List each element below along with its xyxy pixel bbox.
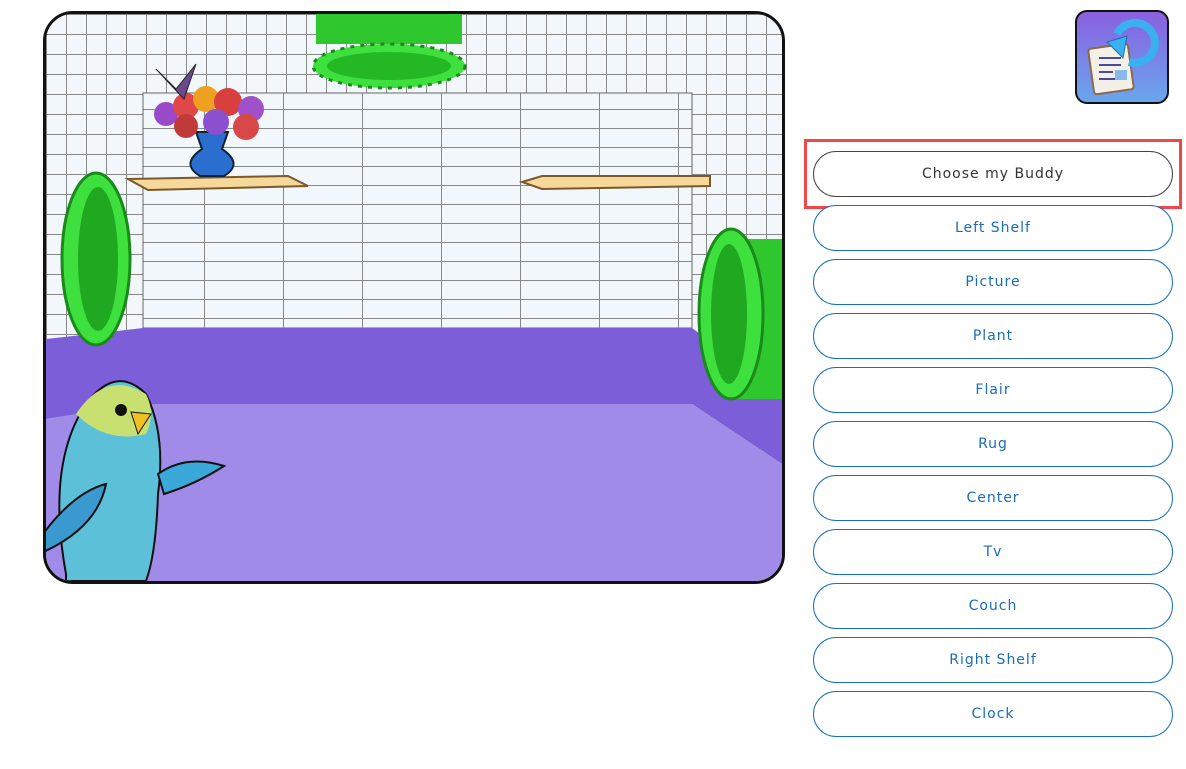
- tv-button[interactable]: Tv: [813, 529, 1173, 575]
- picture-button[interactable]: Picture: [813, 259, 1173, 305]
- center-button[interactable]: Center: [813, 475, 1173, 521]
- clock-button[interactable]: Clock: [813, 691, 1173, 737]
- reset-room-icon: [1087, 18, 1159, 96]
- right-shelf: [518, 175, 711, 191]
- right-shelf-button[interactable]: Right Shelf: [813, 637, 1173, 683]
- flair-button[interactable]: Flair: [813, 367, 1173, 413]
- couch-button[interactable]: Couch: [813, 583, 1173, 629]
- room-scene: [43, 11, 785, 584]
- rug-button[interactable]: Rug: [813, 421, 1173, 467]
- plant-button[interactable]: Plant: [813, 313, 1173, 359]
- left-shelf-button[interactable]: Left Shelf: [813, 205, 1173, 251]
- ceiling-tube: [316, 14, 462, 44]
- reset-room-button[interactable]: [1075, 10, 1169, 104]
- choose-my-buddy-button[interactable]: Choose my Buddy: [813, 151, 1173, 197]
